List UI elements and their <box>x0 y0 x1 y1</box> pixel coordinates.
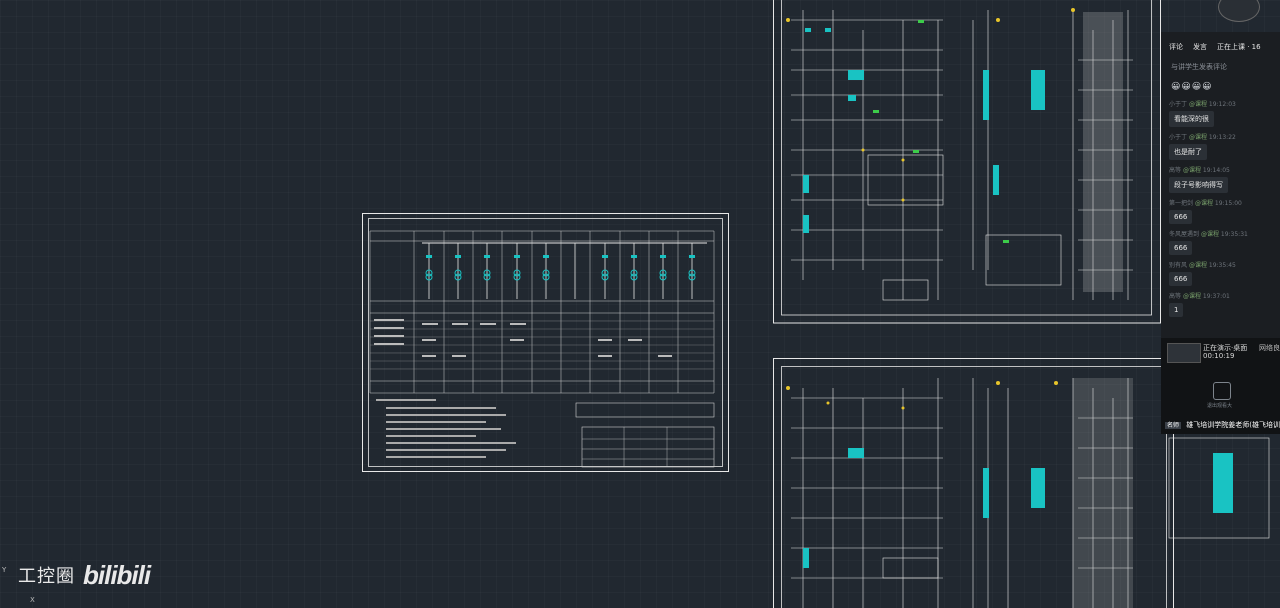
comment-item: 高等 @课程 19:37:01 1 <box>1169 291 1280 317</box>
tab-in-class[interactable]: 正在上课 · 16 <box>1217 42 1261 56</box>
ucs-x-label: X <box>30 596 35 604</box>
comment-text: 段子号影响得写 <box>1169 177 1228 193</box>
teacher-tag: 名师 <box>1165 422 1182 429</box>
watermark-logo: 工控圈 bilibili <box>18 559 151 590</box>
teacher-name: 雄飞培训学院姜老师(雄飞培训... <box>1186 421 1280 429</box>
live-status-panel: 正在演示·桌面 00:10:19 网络良 退出观看大 名师 雄飞培训学院姜老师(… <box>1161 338 1280 434</box>
drawing-sheet-center[interactable] <box>362 213 730 473</box>
cad-canvas[interactable] <box>0 0 1280 608</box>
tab-speak[interactable]: 发言 <box>1193 42 1207 56</box>
comment-text: 也是耐了 <box>1169 144 1207 160</box>
comment-item: 小于丁 @课程 19:12:03 看能深的很 <box>1169 99 1280 127</box>
tab-comments[interactable]: 评论 <box>1169 42 1183 56</box>
comment-text: 666 <box>1169 272 1193 286</box>
ucs-y-label: Y <box>2 566 7 574</box>
bilibili-logo: bilibili <box>83 559 151 590</box>
screen-thumbnail[interactable] <box>1167 343 1201 363</box>
comment-input[interactable]: 与讲学生发表评论 <box>1161 56 1280 72</box>
drawing-sheet-right-top[interactable] <box>773 0 1161 325</box>
comment-text: 666 <box>1169 210 1193 224</box>
exit-watch-label: 退出观看大 <box>1207 403 1233 409</box>
comment-item: 高等 @课程 19:14:05 段子号影响得写 <box>1169 165 1280 193</box>
live-duration: 00:10:19 <box>1203 352 1235 360</box>
exit-watch-icon[interactable] <box>1213 382 1231 400</box>
comment-item: 第一把剑 @课程 19:15:00 666 <box>1169 198 1280 224</box>
comment-item: 别有风 @课程 19:35:45 666 <box>1169 260 1280 286</box>
viewcube-icon[interactable] <box>1218 0 1260 22</box>
network-status: 网络良 <box>1259 344 1280 352</box>
watermark-text: 工控圈 <box>18 566 75 587</box>
comment-item: 小于丁 @课程 19:13:22 也是耐了 <box>1169 132 1280 160</box>
comment-text: 1 <box>1169 303 1184 317</box>
comment-text: 看能深的很 <box>1169 111 1214 127</box>
comment-tabs: 评论 发言 正在上课 · 16 <box>1161 32 1280 56</box>
comment-list: 小于丁 @课程 19:12:03 看能深的很 小于丁 @课程 19:13:22 … <box>1161 92 1280 317</box>
teacher-profile[interactable]: 名师 雄飞培训学院姜老师(雄飞培训... <box>1165 420 1280 430</box>
emoji-row[interactable]: 😀😀😀😀 <box>1161 72 1280 92</box>
comment-item: 冬风屋遇到 @课程 19:35:31 666 <box>1169 229 1280 255</box>
comment-text: 666 <box>1169 241 1193 255</box>
